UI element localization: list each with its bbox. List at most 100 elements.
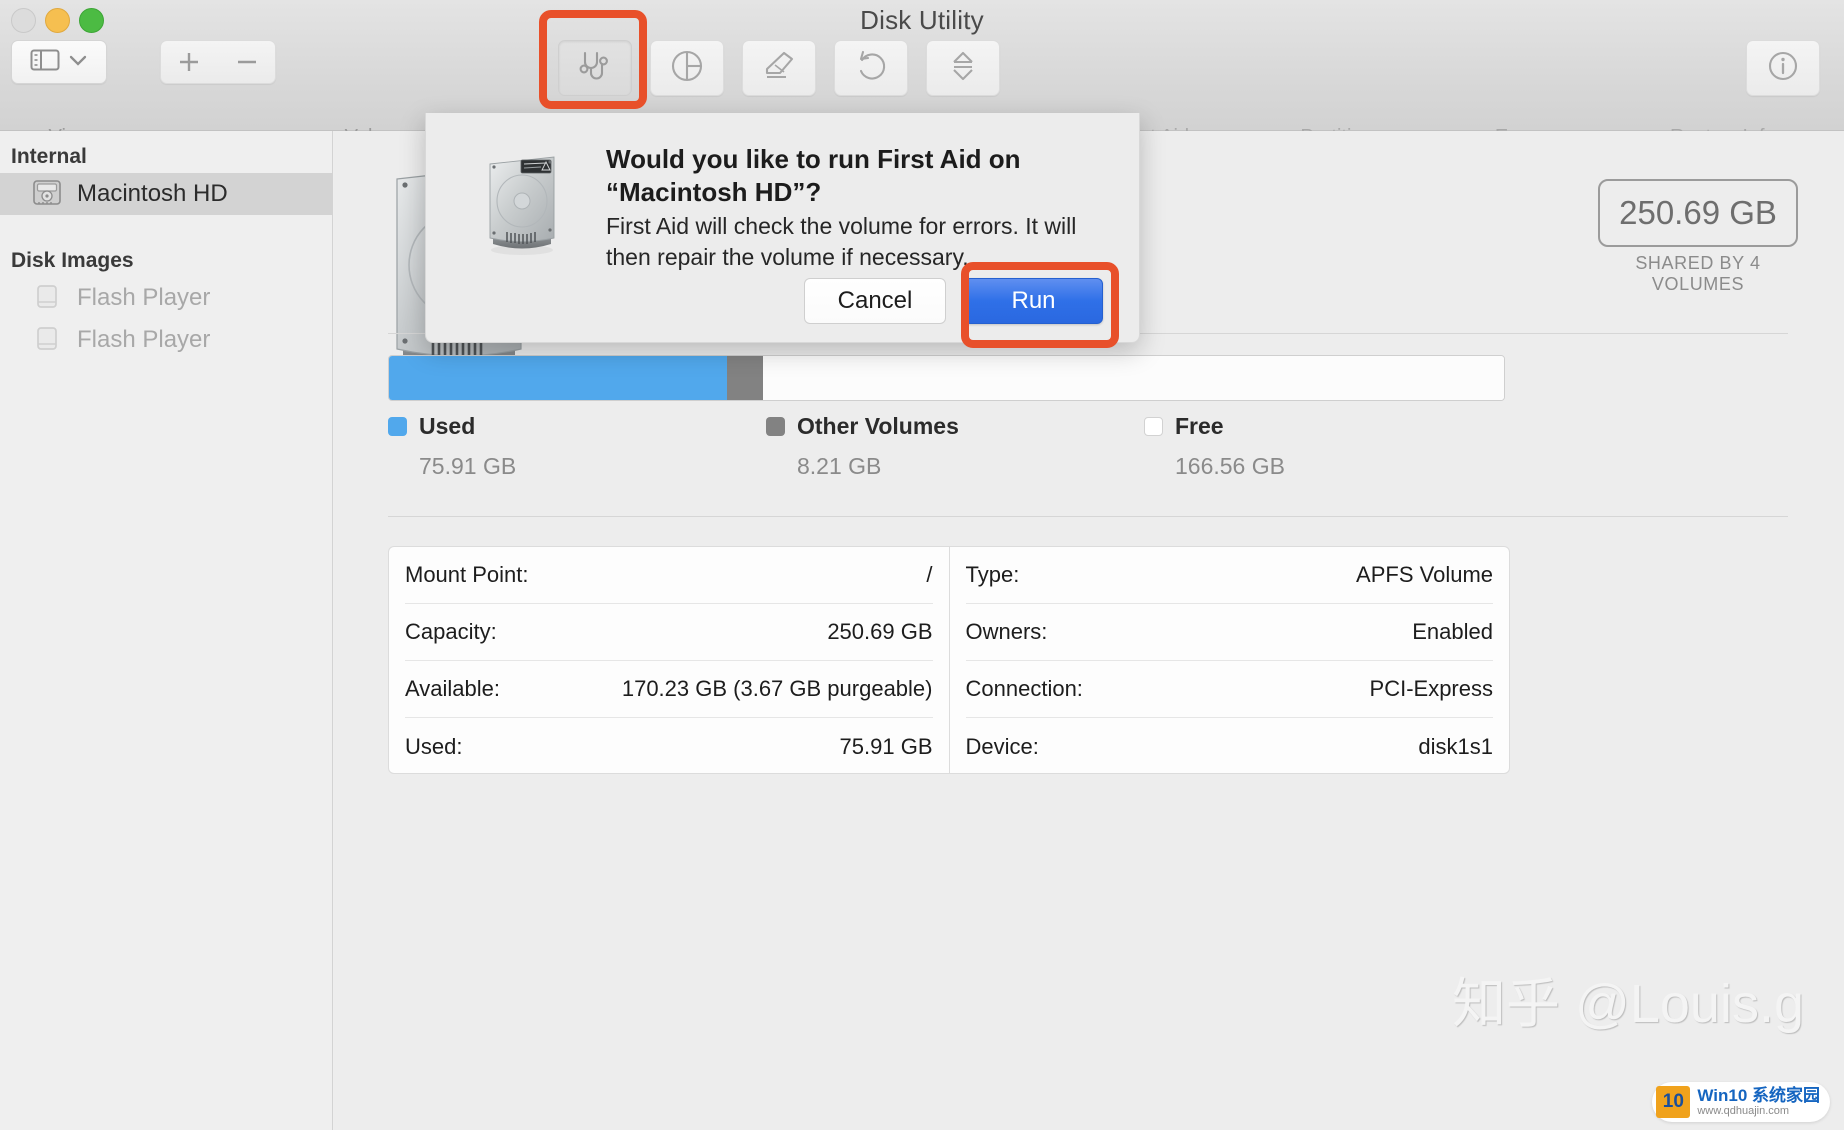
chevron-down-icon [68,53,88,72]
detail-key: Connection: [965,676,1083,701]
sidebar-section-header-internal: Internal [11,145,87,168]
detail-value: 170.23 GB (3.67 GB purgeable) [621,676,933,701]
pie-chart-icon [670,49,704,88]
table-row: Capacity: 250.69 GB [405,604,933,661]
first-aid-toolbar-button[interactable] [558,40,632,96]
legend-value-free: 166.56 GB [1175,453,1285,479]
hard-drive-3d-icon [489,156,555,255]
sidebar-item-macintosh-hd[interactable]: Macintosh HD [0,173,332,215]
sidebar-item-label: Flash Player [77,326,211,353]
sidebar-item-flash-player-2[interactable]: Flash Player [0,319,332,361]
legend-swatch-free [1144,417,1163,436]
table-row: Available: 170.23 GB (3.67 GB purgeable) [405,661,933,718]
view-toolbar-group: View [11,40,107,148]
stethoscope-icon [577,49,613,88]
detail-key: Capacity: [405,619,497,644]
unmount-toolbar-button[interactable] [926,40,1000,96]
remove-volume-button[interactable] [219,48,276,76]
device-sidebar: Internal Macintosh HD Disk Images Flash … [0,131,333,1130]
sidebar-icon [30,48,60,77]
dialog-message: First Aid will check the volume for erro… [606,213,1077,270]
capacity-badge: 250.69 GB [1598,179,1798,247]
detail-key: Mount Point: [405,562,529,587]
zhihu-watermark: 知乎 @Louis.g [1452,974,1804,1034]
erase-toolbar-button[interactable] [742,40,816,96]
view-options-button[interactable] [11,40,107,84]
detail-value: Enabled [1412,619,1493,644]
sidebar-item-label: Macintosh HD [77,180,228,207]
minus-icon [237,60,256,64]
disk-image-icon [30,321,64,360]
detail-value: 75.91 GB [839,733,933,759]
unmount-toolbar-group: Unmount [926,40,1000,96]
sidebar-section-header-disk-images: Disk Images [11,249,134,272]
dialog-title: Would you like to run First Aid on “Maci… [606,144,1021,207]
capacity-subtitle: SHARED BY 4 VOLUMES [1635,253,1761,294]
details-column-left: Mount Point: / Capacity: 250.69 GB Avail… [389,547,950,773]
legend-item-used: Used 75.91 GB [388,413,516,480]
detail-key: Type: [965,562,1020,587]
first-aid-toolbar-group: First Aid [558,40,1189,148]
undo-arrow-icon [854,49,888,88]
hard-disk-icon [30,175,64,214]
info-toolbar-button[interactable] [1746,40,1820,96]
window-toolbar: Disk Utility [0,0,1844,148]
site-watermark-badge: 10 Win10 系统家园 www.qdhuajin.com [1652,1082,1830,1122]
partition-toolbar-group: Partition [650,40,1374,148]
table-row: Mount Point: / [405,547,933,604]
info-circle-icon [1766,49,1800,88]
volume-segmented-control [160,40,276,84]
detail-value: APFS Volume [1356,562,1493,587]
table-row: Connection: PCI-Express [965,661,1493,718]
disk-utility-window: Disk Utility Internal Macintosh HD Disk … [0,0,1844,1130]
plus-icon [180,53,199,71]
win10-badge-number: 10 [1656,1086,1691,1118]
eject-icon [948,49,978,88]
legend-value-used: 75.91 GB [419,453,517,479]
eraser-icon [762,50,796,87]
table-row: Device: disk1s1 [966,718,1494,775]
table-row: Used: 75.91 GB [405,718,933,775]
legend-item-other-volumes: Other Volumes 8.21 GB [766,413,959,480]
detail-key: Available: [405,676,500,701]
erase-toolbar-group: Erase [742,40,1547,148]
legend-label-other-volumes: Other Volumes [797,413,959,439]
detail-key: Device: [965,733,1039,759]
volume-toolbar-group: Volume [160,40,411,148]
win10-badge-url: www.qdhuajin.com [1697,1105,1790,1117]
legend-swatch-other-volumes [766,417,785,436]
detail-key: Owners: [965,619,1048,644]
dialog-button-row: Cancel Run [804,278,1103,324]
legend-item-free: Free 166.56 GB [1144,413,1285,480]
add-volume-button[interactable] [161,48,218,76]
storage-segment-used [389,356,727,400]
win10-badge-title: Win10 系统家园 [1697,1086,1820,1105]
details-column-right: Type: APFS Volume Owners: Enabled Connec… [950,547,1510,773]
run-button[interactable]: Run [964,278,1103,324]
info-toolbar-group: Info [1742,40,1820,148]
divider-middle [388,516,1788,517]
first-aid-confirmation-dialog: Would you like to run First Aid on “Maci… [425,113,1140,343]
window-title: Disk Utility [860,5,984,35]
detail-value: 250.69 GB [827,619,933,644]
partition-toolbar-button[interactable] [650,40,724,96]
detail-value: PCI-Express [1369,676,1493,701]
legend-swatch-used [388,417,407,436]
disk-image-icon [30,279,64,318]
legend-label-used: Used [419,413,476,439]
detail-value: disk1s1 [1418,733,1493,759]
detail-value: / [926,562,933,587]
storage-usage-bar [388,355,1505,401]
table-row: Owners: Enabled [965,604,1493,661]
cancel-button[interactable]: Cancel [804,278,946,324]
sidebar-item-flash-player-1[interactable]: Flash Player [0,277,332,319]
legend-value-other-volumes: 8.21 GB [797,453,882,479]
table-row: Type: APFS Volume [965,547,1493,604]
storage-segment-other-volumes [726,356,764,400]
restore-toolbar-button[interactable] [834,40,908,96]
detail-key: Used: [405,733,463,759]
storage-segment-free [763,356,1504,400]
volume-details-table: Mount Point: / Capacity: 250.69 GB Avail… [388,546,1510,774]
restore-toolbar-group: Restore [834,40,1740,148]
sidebar-item-label: Flash Player [77,284,211,311]
